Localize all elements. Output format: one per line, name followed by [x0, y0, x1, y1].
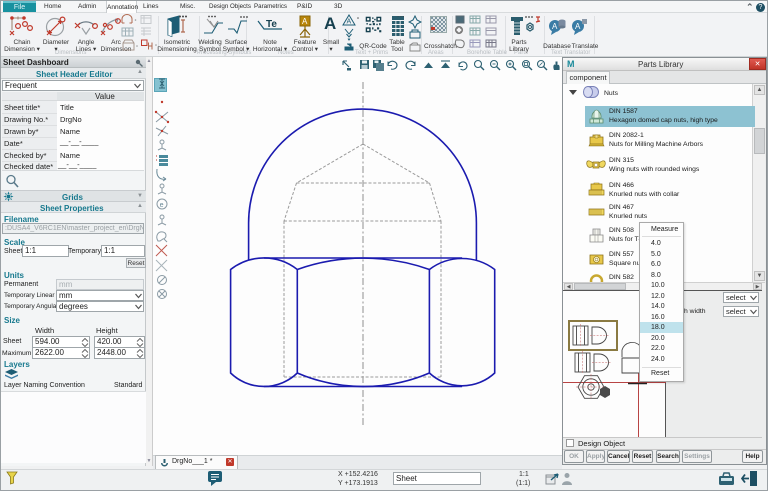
svg-text:A: A: [347, 19, 352, 26]
svg-text:Te: Te: [266, 19, 277, 30]
svg-text:A: A: [575, 22, 581, 31]
svg-text:A: A: [302, 17, 308, 26]
svg-text:e: e: [160, 202, 164, 210]
svg-text:A: A: [552, 22, 558, 31]
